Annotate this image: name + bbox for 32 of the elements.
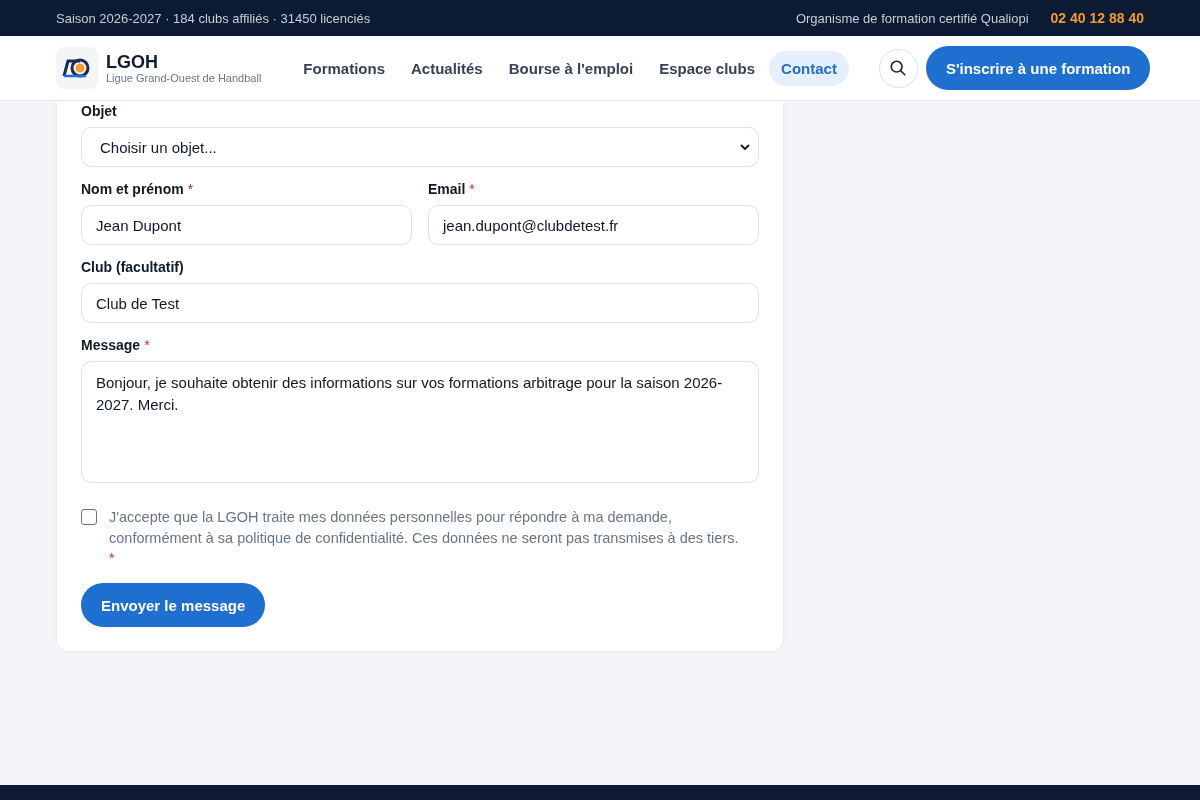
certification-note: Organisme de formation certifié Qualiopi xyxy=(795,10,1029,26)
nav-link[interactable]: Contact xyxy=(769,50,849,86)
field-label: Message xyxy=(81,337,141,353)
field-label: Objet xyxy=(81,103,117,119)
search-button[interactable] xyxy=(878,48,918,88)
input-field[interactable]: Club de Test xyxy=(81,283,759,323)
search-icon xyxy=(889,59,908,77)
season-info: Saison 2026-2027 · 184 clubs affiliés · 31450 licenciés xyxy=(56,10,371,26)
required-mark: * xyxy=(144,337,150,353)
consent-checkbox[interactable] xyxy=(81,509,97,525)
submit-button[interactable]: Envoyer le message xyxy=(81,583,266,627)
required-mark: * xyxy=(109,549,115,567)
field-label: Nom et prénom xyxy=(81,181,184,197)
phone-link[interactable]: 02 40 12 88 40 xyxy=(1050,10,1144,26)
brand-name: LGOH xyxy=(106,52,159,72)
brand-tagline: Ligue Grand-Ouest de Handball xyxy=(106,72,262,84)
nav-link[interactable]: Formations xyxy=(291,50,397,86)
subject-select[interactable]: Choisir un objet... xyxy=(81,127,759,167)
field-label: Club (facultatif) xyxy=(81,259,184,275)
nav-link[interactable]: Bourse à l'emploi xyxy=(496,50,646,86)
input-field[interactable]: Jean Dupont xyxy=(81,205,412,245)
chevron-down-icon xyxy=(740,144,750,150)
cta-button[interactable]: S'inscrire à une formation xyxy=(925,46,1151,90)
message-field[interactable]: Bonjour, je souhaite obtenir des informations sur vos formations arbitrage pour la saison 2026-2027. Merci. xyxy=(81,361,759,483)
consent-text: J'accepte que la LGOH traite mes données personnelles pour répondre à ma demande, conformément à sa politique de confidentialité. Ces données ne seront pas transmises à des tiers. xyxy=(109,508,740,548)
required-mark: * xyxy=(469,181,475,197)
input-field[interactable]: jean.dupont@clubdetest.fr xyxy=(428,205,759,245)
required-mark: * xyxy=(187,181,194,197)
logo-icon[interactable] xyxy=(56,47,98,89)
nav-link[interactable]: Espace clubs xyxy=(647,50,768,86)
field-label: Email xyxy=(428,181,466,197)
nav-link[interactable]: Actualités xyxy=(399,50,495,86)
